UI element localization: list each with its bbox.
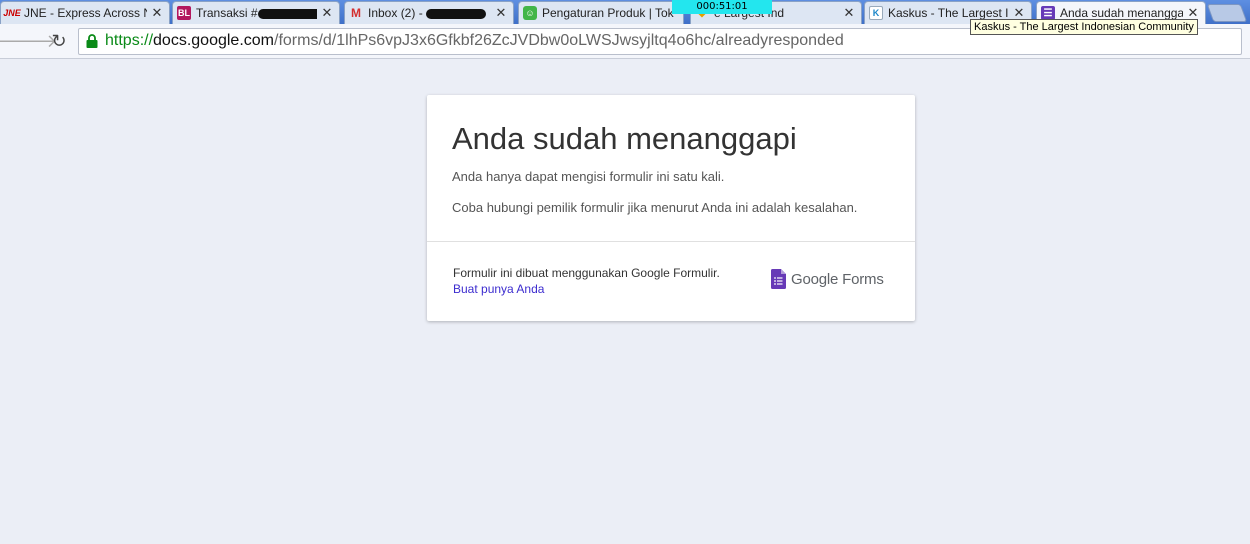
divider xyxy=(427,241,915,242)
tab-title: JNE - Express Across Na xyxy=(24,6,147,20)
tab-tooltip: Kaskus - The Largest Indonesian Communit… xyxy=(970,19,1198,35)
close-tab-icon[interactable]: ✕ xyxy=(321,5,333,21)
gmail-icon: M xyxy=(351,6,361,20)
tab-jne[interactable]: JNE JNE - Express Across Na ✕ xyxy=(0,1,170,24)
new-tab-button[interactable] xyxy=(1206,4,1248,22)
footer-text: Formulir ini dibuat menggunakan Google F… xyxy=(453,266,720,280)
url-host: docs.google.com xyxy=(153,32,274,49)
google-forms-icon: ☰ xyxy=(1041,6,1055,20)
tab-title: Transaksi # xyxy=(196,6,258,20)
url-scheme: https:// xyxy=(105,32,154,49)
redaction-mark xyxy=(426,8,487,19)
tab-tokopedia[interactable]: ☺ Pengaturan Produk | Tok xyxy=(518,1,684,24)
google-forms-logo[interactable]: Google Forms xyxy=(771,269,884,289)
contact-owner-message: Coba hubungi pemilik formulir jika menur… xyxy=(452,200,858,215)
lock-icon xyxy=(86,34,98,48)
reload-icon[interactable]: ↻ xyxy=(46,28,72,54)
kaskus-icon: K xyxy=(869,6,883,20)
google-forms-icon xyxy=(771,269,786,289)
tab-title: Inbox (2) - xyxy=(368,6,427,20)
tokopedia-icon: ☺ xyxy=(523,6,537,20)
tab-transaksi[interactable]: BL Transaksi # ✕ xyxy=(172,1,340,24)
close-tab-icon[interactable]: ✕ xyxy=(843,5,855,21)
jne-logo-icon: JNE xyxy=(3,8,21,18)
google-forms-logo-text: Google Forms xyxy=(791,270,884,288)
already-responded-card: Anda sudah menanggapi Anda hanya dapat m… xyxy=(427,95,915,321)
info-message: Anda hanya dapat mengisi formulir ini sa… xyxy=(452,169,725,184)
close-tab-icon[interactable]: ✕ xyxy=(495,5,507,21)
redaction-mark xyxy=(257,8,317,19)
close-tab-icon[interactable]: ✕ xyxy=(151,5,163,21)
timer-overlay: 000:51:01 xyxy=(672,0,772,14)
forward-arrow-icon[interactable]: 🡒 xyxy=(9,28,57,54)
tab-title: Kaskus - The Largest Ind xyxy=(888,6,1009,20)
page-title: Anda sudah menanggapi xyxy=(452,121,797,156)
create-your-own-link[interactable]: Buat punya Anda xyxy=(453,282,544,296)
bukalapak-icon: BL xyxy=(177,6,191,20)
url-path: /forms/d/1lhPs6vpJ3x6Gfkbf26ZcJVDbw0oLWS… xyxy=(274,32,844,49)
tab-inbox[interactable]: M Inbox (2) - ✕ xyxy=(344,1,514,24)
tab-title: Pengaturan Produk | Tok xyxy=(542,6,674,20)
tab-title: Anda sudah menanggapi xyxy=(1060,6,1183,20)
